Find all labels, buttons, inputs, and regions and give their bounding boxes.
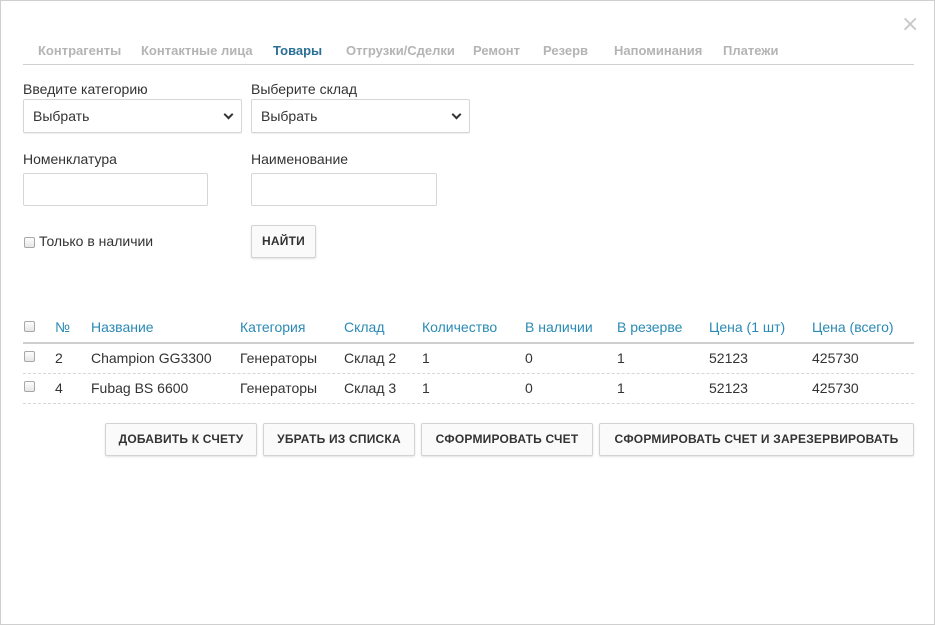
cell-category: Генераторы: [240, 380, 318, 396]
cell-reserved: 1: [617, 380, 625, 396]
tab-shipments[interactable]: Отгрузки/Сделки: [346, 43, 455, 58]
warehouse-select[interactable]: Выбрать: [251, 99, 470, 133]
in-stock-label: Только в наличии: [39, 233, 154, 249]
add-to-invoice-button[interactable]: ДОБАВИТЬ К СЧЕТУ: [105, 423, 257, 456]
column-header-unit-price[interactable]: Цена (1 шт): [709, 319, 785, 335]
tab-repair[interactable]: Ремонт: [473, 43, 520, 58]
table-row[interactable]: 2 Champion GG3300 Генераторы Склад 2 1 0…: [23, 344, 914, 374]
in-stock-checkbox[interactable]: [24, 237, 35, 248]
create-invoice-button[interactable]: СФОРМИРОВАТЬ СЧЕТ: [421, 423, 593, 456]
close-icon[interactable]: ×: [901, 14, 919, 36]
name-input[interactable]: [251, 173, 437, 206]
cell-unit-price: 52123: [709, 350, 748, 366]
chevron-down-icon: [451, 109, 462, 120]
column-header-quantity[interactable]: Количество: [422, 319, 497, 335]
warehouse-select-value: Выбрать: [261, 108, 318, 124]
cell-unit-price: 52123: [709, 380, 748, 396]
tab-products[interactable]: Товары: [273, 43, 322, 58]
remove-from-list-button[interactable]: УБРАТЬ ИЗ СПИСКА: [263, 423, 415, 456]
cell-warehouse: Склад 2: [344, 350, 397, 366]
cell-in-stock: 0: [525, 380, 533, 396]
cell-total-price: 425730: [812, 380, 859, 396]
tab-reserve[interactable]: Резерв: [543, 43, 588, 58]
select-all-checkbox[interactable]: [24, 321, 35, 332]
tab-bar: Контрагенты Контактные лица Товары Отгру…: [23, 41, 914, 65]
category-label: Введите категорию: [23, 81, 148, 97]
table-row[interactable]: 4 Fubag BS 6600 Генераторы Склад 3 1 0 1…: [23, 374, 914, 404]
column-header-warehouse[interactable]: Склад: [344, 319, 385, 335]
cell-reserved: 1: [617, 350, 625, 366]
cell-number: 2: [55, 350, 63, 366]
cell-name: Champion GG3300: [91, 350, 212, 366]
tab-reminders[interactable]: Напоминания: [614, 43, 702, 58]
row-checkbox[interactable]: [24, 381, 35, 392]
category-select[interactable]: Выбрать: [23, 99, 242, 133]
products-dialog: × Контрагенты Контактные лица Товары Отг…: [0, 0, 935, 625]
cell-total-price: 425730: [812, 350, 859, 366]
chevron-down-icon: [223, 109, 234, 120]
tab-payments[interactable]: Платежи: [723, 43, 778, 58]
column-header-category[interactable]: Категория: [240, 319, 305, 335]
column-header-in-stock[interactable]: В наличии: [525, 319, 593, 335]
search-button[interactable]: НАЙТИ: [251, 225, 316, 258]
cell-name: Fubag BS 6600: [91, 380, 189, 396]
cell-category: Генераторы: [240, 350, 318, 366]
tab-counterparties[interactable]: Контрагенты: [38, 43, 121, 58]
column-header-name[interactable]: Название: [91, 319, 154, 335]
category-select-value: Выбрать: [33, 108, 90, 124]
cell-warehouse: Склад 3: [344, 380, 397, 396]
cell-in-stock: 0: [525, 350, 533, 366]
tab-contacts[interactable]: Контактные лица: [141, 43, 253, 58]
nomenclature-label: Номенклатура: [23, 151, 117, 167]
create-invoice-and-reserve-button[interactable]: СФОРМИРОВАТЬ СЧЕТ И ЗАРЕЗЕРВИРОВАТЬ: [599, 423, 914, 456]
nomenclature-input[interactable]: [23, 173, 208, 206]
cell-quantity: 1: [422, 380, 430, 396]
cell-quantity: 1: [422, 350, 430, 366]
cell-number: 4: [55, 380, 63, 396]
name-label: Наименование: [251, 151, 349, 167]
column-header-reserved[interactable]: В резерве: [617, 319, 682, 335]
column-header-total-price[interactable]: Цена (всего): [812, 319, 894, 335]
warehouse-label: Выберите склад: [251, 81, 357, 97]
column-header-number[interactable]: №: [55, 319, 70, 335]
row-checkbox[interactable]: [24, 351, 35, 362]
